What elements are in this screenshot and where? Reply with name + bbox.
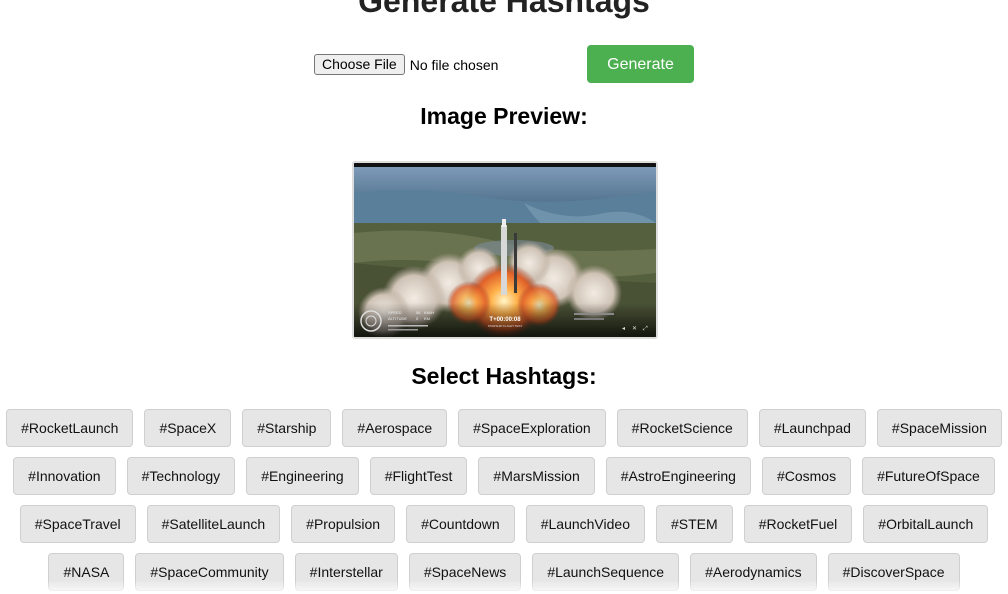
hashtag-button[interactable]: #SatelliteLaunch	[146, 505, 281, 543]
hud-altitude-unit: KM	[424, 316, 430, 321]
hashtag-button[interactable]: #Aerospace	[342, 409, 448, 447]
hashtag-button[interactable]: #DiscoverSpace	[827, 553, 960, 591]
generate-button[interactable]: Generate	[587, 45, 694, 83]
hashtag-button[interactable]: #FlightTest	[369, 457, 468, 495]
hashtag-button[interactable]: #SpaceExploration	[458, 409, 606, 447]
hashtag-button[interactable]: #Aerodynamics	[690, 553, 817, 591]
hashtag-button[interactable]: #Technology	[126, 457, 236, 495]
choose-file-button[interactable]: Choose File	[314, 54, 405, 75]
image-preview: SPEED 56 KM/H ALTITUDE 0 KM T+00:00:08 S…	[352, 161, 658, 339]
hashtag-button[interactable]: #RocketScience	[616, 409, 748, 447]
hashtag-button[interactable]: #SpaceNews	[408, 553, 522, 591]
hashtag-button[interactable]: #NASA	[48, 553, 125, 591]
share-x-icon: ✕	[632, 325, 637, 332]
hashtag-button[interactable]: #LaunchVideo	[525, 505, 645, 543]
hashtag-button[interactable]: #Interstellar	[294, 553, 398, 591]
hud-altitude-label: ALTITUDE	[388, 316, 407, 321]
hashtag-list: #RocketLaunch #SpaceX #Starship #Aerospace #…	[0, 409, 1008, 594]
hud-speed-label: SPEED	[388, 310, 402, 315]
hashtag-row: #Innovation #Technology #Engineering #Fligh…	[0, 457, 1008, 495]
hashtag-button[interactable]: #Engineering	[246, 457, 359, 495]
hashtag-button[interactable]: #SpaceX	[144, 409, 232, 447]
hud-event: STARSHIP FLIGHT TEST	[488, 324, 523, 328]
volume-icon: ◂	[622, 325, 625, 332]
hud-timer: T+00:00:08	[489, 317, 521, 323]
rocket-launch-image: SPEED 56 KM/H ALTITUDE 0 KM T+00:00:08 S…	[354, 163, 656, 337]
hud-speed-value: 56	[416, 310, 421, 315]
hashtag-button[interactable]: #STEM	[656, 505, 733, 543]
hashtag-button[interactable]: #Launchpad	[758, 409, 866, 447]
fullscreen-icon: ⤢	[643, 325, 648, 332]
hashtag-button[interactable]: #SpaceMission	[876, 409, 1002, 447]
hud-speed-unit: KM/H	[424, 310, 434, 315]
file-status-text: No file chosen	[409, 56, 499, 73]
hashtag-button[interactable]: #SpaceCommunity	[135, 553, 284, 591]
hashtag-button[interactable]: #SpaceTravel	[19, 505, 136, 543]
hashtag-button[interactable]: #AstroEngineering	[605, 457, 751, 495]
page-title: Generate Hashtags	[358, 0, 650, 19]
hashtag-button[interactable]: #Cosmos	[761, 457, 852, 495]
hashtag-row: #NASA #SpaceCommunity #Interstellar #SpaceN…	[0, 553, 1008, 591]
hashtag-button[interactable]: #LaunchSequence	[532, 553, 680, 591]
select-hashtags-heading: Select Hashtags:	[411, 363, 597, 389]
hashtag-row: #RocketLaunch #SpaceX #Starship #Aerospace #…	[0, 409, 1008, 447]
page: Generate Hashtags Choose File No file ch…	[0, 0, 1008, 594]
image-preview-heading: Image Preview:	[420, 103, 588, 129]
file-upload: Choose File No file chosen	[314, 54, 498, 75]
hashtag-button[interactable]: #Innovation	[13, 457, 116, 495]
hashtag-button[interactable]: #RocketFuel	[743, 505, 853, 543]
hashtag-button[interactable]: #Countdown	[406, 505, 515, 543]
hashtag-row: #SpaceTravel #SatelliteLaunch #Propulsion #…	[0, 505, 1008, 543]
hashtag-button[interactable]: #Starship	[242, 409, 332, 447]
hashtag-button[interactable]: #OrbitalLaunch	[863, 505, 989, 543]
hashtag-button[interactable]: #RocketLaunch	[6, 409, 134, 447]
hashtag-button[interactable]: #Propulsion	[291, 505, 396, 543]
hashtag-button[interactable]: #MarsMission	[478, 457, 595, 495]
hashtag-button[interactable]: #FutureOfSpace	[862, 457, 995, 495]
